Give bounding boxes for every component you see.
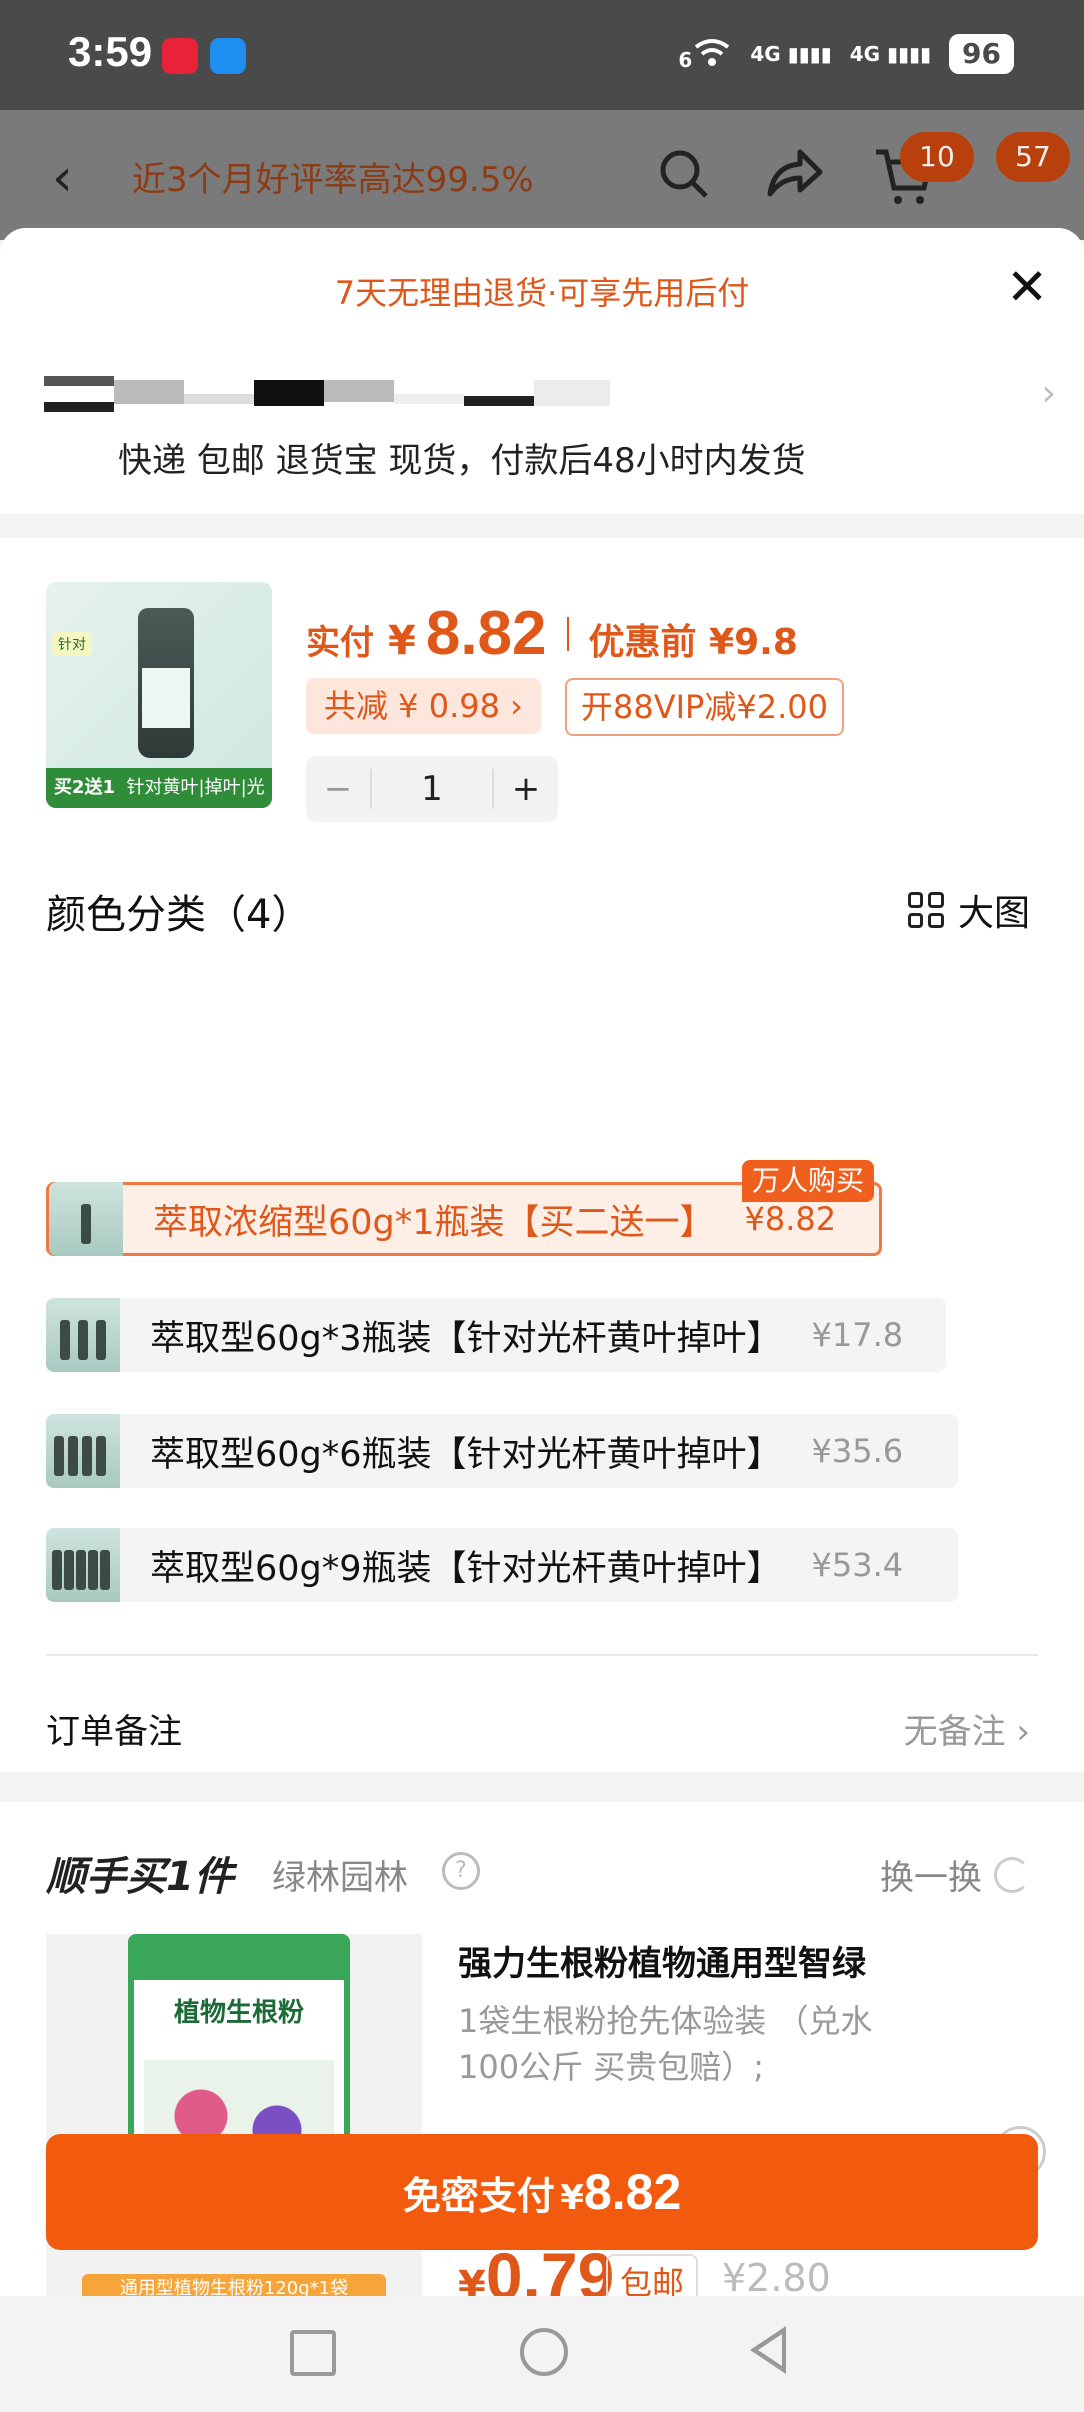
recents-icon[interactable] [290, 2330, 336, 2376]
sku-thumbnail [46, 1298, 120, 1372]
search-icon[interactable] [656, 146, 712, 202]
battery-icon: 96 [949, 34, 1014, 74]
original-price: 优惠前 ¥9.8 [588, 622, 798, 663]
status-right: 6 4G ▮▮▮▮ 4G ▮▮▮▮ 96 [678, 34, 1014, 74]
actual-price: 8.82 [425, 599, 547, 668]
return-notice: 7天无理由退货·可享先用后付 [334, 274, 750, 312]
category-title: 颜色分类（4） [46, 892, 312, 938]
sku-thumbnail [46, 1414, 120, 1488]
home-icon[interactable] [520, 2328, 568, 2376]
address-redacted[interactable] [44, 376, 610, 412]
status-time: 3:59 [68, 28, 153, 75]
cart-count-badge: 10 [900, 132, 974, 182]
message-count-badge: 57 [996, 132, 1070, 182]
sheet-top-section: 7天无理由退货·可享先用后付 ✕ › 快递 包邮 退货宝 现货，付款后48小时内… [0, 228, 1084, 514]
vip-chip[interactable]: 开88VIP减¥2.00 [565, 678, 844, 736]
grid-icon [907, 892, 944, 928]
sku-thumbnail [46, 1528, 120, 1602]
thumb-strip: 买2送1 针对黄叶|掉叶|光杆 [46, 768, 272, 808]
wifi-icon: 6 [678, 37, 732, 72]
hot-badge: 万人购买 [742, 1160, 875, 1202]
share-icon[interactable] [764, 148, 824, 200]
help-icon[interactable]: ? [442, 1852, 480, 1890]
addon-product-name[interactable]: 强力生根粉植物通用型智绿 [458, 1936, 866, 1985]
addon-shop-name: 绿林园林 [272, 1858, 408, 1898]
back-nav-icon[interactable] [750, 2326, 786, 2374]
sku-thumbnail [49, 1182, 123, 1256]
sku-option-2[interactable]: 萃取型60g*3瓶装【针对光杆黄叶掉叶】 ¥17.8 [46, 1298, 946, 1372]
quantity-stepper: − 1 + [306, 756, 558, 822]
shipping-info: 快递 包邮 退货宝 现货，付款后48小时内发货 [118, 441, 806, 481]
signal-icon: 4G ▮▮▮▮ [750, 42, 832, 66]
chevron-right-icon[interactable]: › [1042, 373, 1056, 414]
signal-icon-2: 4G ▮▮▮▮ [849, 42, 932, 66]
close-icon[interactable]: ✕ [1006, 258, 1048, 316]
swap-button[interactable]: 换一换 [880, 1850, 1030, 1899]
addon-old-price: ¥2.80 [722, 2256, 831, 2300]
sku-sheet: 7天无理由退货·可享先用后付 ✕ › 快递 包邮 退货宝 现货，付款后48小时内… [0, 228, 1084, 2412]
decrease-button[interactable]: − [306, 769, 370, 809]
actual-price-label: 实付 [306, 623, 374, 663]
back-icon[interactable]: ‹ [52, 148, 73, 208]
addon-product-desc: 1袋生根粉抢先体验装 （兑水100公斤 买贵包赔）; [458, 2002, 873, 2086]
thumb-tag: 针对 [52, 632, 92, 656]
increase-button[interactable]: + [494, 769, 558, 809]
order-remark-label[interactable]: 订单备注 [46, 1704, 182, 1753]
product-section: 针对 买2送1 针对黄叶|掉叶|光杆 实付 ¥ 8.82 优惠前 ¥9.8 共减… [0, 538, 1084, 1772]
sku-option-4[interactable]: 萃取型60g*9瓶装【针对光杆黄叶掉叶】 ¥53.4 [46, 1528, 958, 1602]
quantity-value[interactable]: 1 [370, 769, 494, 809]
page-header: ‹ 近3个月好评率高达99.5% 10 57 [0, 110, 1084, 240]
system-nav-bar [0, 2296, 1084, 2412]
addon-title: 顺手买1件 [46, 1854, 234, 1900]
status-bar: 3:59 6 4G ▮▮▮▮ 4G ▮▮▮▮ 96 [0, 0, 1084, 110]
rating-banner: 近3个月好评率高达99.5% [132, 160, 534, 200]
product-thumbnail[interactable]: 针对 买2送1 针对黄叶|掉叶|光杆 [46, 582, 272, 808]
order-remark-value[interactable]: 无备注 › [904, 1704, 1030, 1753]
price-row: 实付 ¥ 8.82 优惠前 ¥9.8 [306, 599, 798, 668]
weather-notification-icon [210, 38, 246, 74]
addon-section: 顺手买1件 绿林园林 ? 换一换 植物生根粉 通用型植物生根粉120g*1袋 强… [0, 1802, 1084, 2362]
divider [46, 1654, 1038, 1656]
refresh-icon [994, 1856, 1030, 1893]
addon-product-image[interactable]: 植物生根粉 通用型植物生根粉120g*1袋 [46, 1934, 422, 2324]
sku-option-3[interactable]: 萃取型60g*6瓶装【针对光杆黄叶掉叶】 ¥35.6 [46, 1414, 958, 1488]
pay-button[interactable]: 免密支付 ¥8.82 [46, 2134, 1038, 2250]
big-view-toggle[interactable]: 大图 [907, 884, 1030, 936]
discount-chip[interactable]: 共减 ¥ 0.98 › [306, 678, 541, 734]
app-notification-icon [162, 38, 198, 74]
